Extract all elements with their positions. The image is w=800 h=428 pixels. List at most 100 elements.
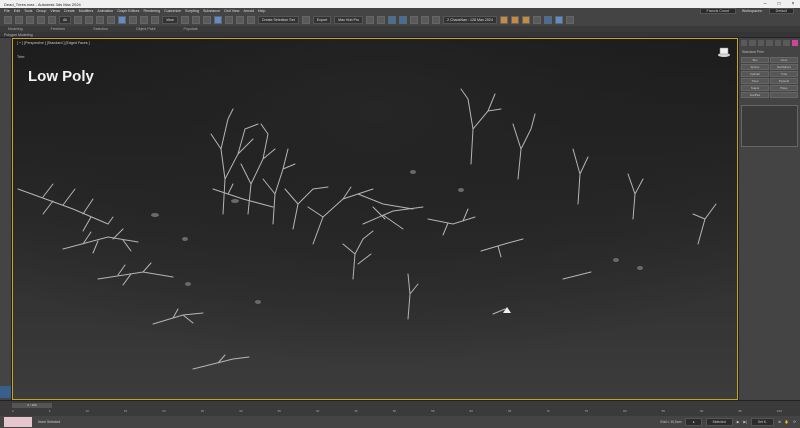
- create-plane-button[interactable]: Plane: [770, 85, 798, 91]
- window-crossing-icon[interactable]: [107, 16, 115, 24]
- create-box-button[interactable]: Box: [741, 57, 769, 63]
- selected-dropdown[interactable]: Selected: [705, 418, 733, 426]
- menu-arnold[interactable]: Arnold: [244, 9, 254, 13]
- menu-edit[interactable]: Edit: [14, 9, 20, 13]
- scene-explorer-icon[interactable]: [532, 16, 541, 24]
- toggle-ribbon-icon[interactable]: [377, 16, 386, 24]
- unlink-icon[interactable]: [37, 16, 45, 24]
- render-iterative-icon[interactable]: [565, 16, 574, 24]
- arnold-render-icon[interactable]: [543, 16, 552, 24]
- perspective-viewport[interactable]: [ + ] [Perspective ] [Standard ] [Edged …: [12, 38, 738, 400]
- display-tab-icon[interactable]: [774, 40, 782, 46]
- play-icon[interactable]: ▶: [737, 420, 740, 424]
- menu-tools[interactable]: Tools: [24, 9, 32, 13]
- menu-rendering[interactable]: Rendering: [143, 9, 160, 13]
- select-object-icon[interactable]: [74, 16, 82, 24]
- time-slider-handle[interactable]: 0 / 100: [12, 403, 52, 408]
- create-pyramid-button[interactable]: Pyramid: [770, 78, 798, 84]
- selection-set-dropdown[interactable]: Create Selection Set: [257, 16, 299, 24]
- menu-scripting[interactable]: Scripting: [185, 9, 199, 13]
- mirror-icon[interactable]: [301, 16, 310, 24]
- menu-substance[interactable]: Substance: [203, 9, 220, 13]
- set-key-button[interactable]: Set K.: [750, 418, 775, 426]
- next-frame-icon[interactable]: ▶|: [743, 420, 747, 424]
- render-target-dropdown[interactable]: 2 ChaosNan : 128 Max 2024: [443, 16, 497, 24]
- color-swatch-icon[interactable]: [791, 40, 798, 46]
- select-move-icon[interactable]: [118, 16, 126, 24]
- tab-freeform[interactable]: Freeform: [51, 27, 66, 31]
- object-type-header[interactable]: Standard Prim: [739, 48, 800, 56]
- pan-icon[interactable]: ✋: [785, 420, 789, 424]
- snaps-toggle-icon[interactable]: [213, 16, 222, 24]
- project-folder-icon[interactable]: [510, 16, 519, 24]
- menu-group[interactable]: Group: [36, 9, 46, 13]
- redo-icon[interactable]: [15, 16, 23, 24]
- reference-coord-dropdown[interactable]: View: [162, 16, 178, 24]
- viewport-label[interactable]: [ + ] [Perspective ] [Standard ] [Edged …: [17, 41, 90, 45]
- create-cylinder-button[interactable]: Cylinder: [741, 71, 769, 77]
- link-icon[interactable]: [26, 16, 34, 24]
- menu-animation[interactable]: Animation: [97, 9, 113, 13]
- orbit-icon[interactable]: ⟳: [793, 420, 796, 424]
- menu-views[interactable]: Views: [50, 9, 60, 13]
- pivot-center-icon[interactable]: [180, 16, 189, 24]
- active-shade-icon[interactable]: [554, 16, 563, 24]
- keyboard-shortcut-icon[interactable]: [202, 16, 211, 24]
- create-tube-button[interactable]: Tube: [770, 71, 798, 77]
- schematic-view-icon[interactable]: [388, 16, 397, 24]
- create-cone-button[interactable]: Cone: [770, 57, 798, 63]
- spinner-snap-icon[interactable]: [246, 16, 255, 24]
- export-button[interactable]: Export: [312, 16, 332, 24]
- minimize-button[interactable]: –: [758, 1, 772, 7]
- angle-snap-icon[interactable]: [224, 16, 233, 24]
- create-tab-icon[interactable]: [741, 40, 748, 46]
- select-place-icon[interactable]: [151, 16, 159, 24]
- maxscript-listener[interactable]: [4, 417, 32, 427]
- create-extra-button[interactable]: [770, 92, 798, 98]
- tab-modeling[interactable]: Modeling: [8, 27, 23, 31]
- select-scale-icon[interactable]: [140, 16, 148, 24]
- menu-help[interactable]: Help: [258, 9, 265, 13]
- select-by-name-icon[interactable]: [85, 16, 93, 24]
- rendered-frame-icon[interactable]: [421, 16, 430, 24]
- tab-selection[interactable]: Selection: [93, 27, 108, 31]
- undo-icon[interactable]: [4, 16, 12, 24]
- tab-object-paint[interactable]: Object Paint: [136, 27, 156, 31]
- open-folder-icon[interactable]: [499, 16, 508, 24]
- menu-customize[interactable]: Customize: [164, 9, 181, 13]
- select-manipulate-icon[interactable]: [191, 16, 200, 24]
- viewport-layout-icon[interactable]: [0, 386, 11, 398]
- tab-populate[interactable]: Populate: [184, 27, 198, 31]
- menu-graph-editors[interactable]: Graph Editors: [117, 9, 139, 13]
- select-rotate-icon[interactable]: [129, 16, 137, 24]
- polygon-modeling-label[interactable]: Polygon Modeling: [4, 33, 33, 37]
- menu-create[interactable]: Create: [64, 9, 75, 13]
- auto-key-button[interactable]: ●: [685, 418, 702, 426]
- hierarchy-tab-icon[interactable]: [757, 40, 765, 46]
- motion-tab-icon[interactable]: [766, 40, 773, 46]
- modify-tab-icon[interactable]: [749, 40, 756, 46]
- render-production-icon[interactable]: [432, 16, 441, 24]
- time-slider[interactable]: 0 / 100 0 5 10 15 20 25 30 35 40 45 50 5…: [0, 400, 800, 416]
- create-sphere-button[interactable]: Sphere: [741, 64, 769, 70]
- create-torus-button[interactable]: Torus: [741, 78, 769, 84]
- material-editor-icon[interactable]: [399, 16, 408, 24]
- bind-space-warp-icon[interactable]: [48, 16, 56, 24]
- menu-modifiers[interactable]: Modifiers: [79, 9, 94, 13]
- maximize-button[interactable]: □: [772, 1, 786, 7]
- zoom-icon[interactable]: ⊕: [778, 420, 781, 424]
- render-setup-icon[interactable]: [410, 16, 419, 24]
- asset-library-icon[interactable]: [521, 16, 530, 24]
- selection-filter-dropdown[interactable]: All: [59, 16, 71, 24]
- create-textplus-button[interactable]: TextPlus: [741, 92, 769, 98]
- create-geosphere-button[interactable]: GeoSphere: [770, 64, 798, 70]
- menu-civil-view[interactable]: Civil View: [224, 9, 240, 13]
- render-preset-dropdown[interactable]: Max Hub Pro: [334, 16, 364, 24]
- rect-region-icon[interactable]: [96, 16, 104, 24]
- utilities-tab-icon[interactable]: [783, 40, 790, 46]
- view-cube-icon[interactable]: [717, 47, 731, 57]
- layer-explorer-icon[interactable]: [366, 16, 375, 24]
- close-button[interactable]: ×: [786, 1, 800, 7]
- percent-snap-icon[interactable]: [235, 16, 244, 24]
- create-teapot-button[interactable]: Teapot: [741, 85, 769, 91]
